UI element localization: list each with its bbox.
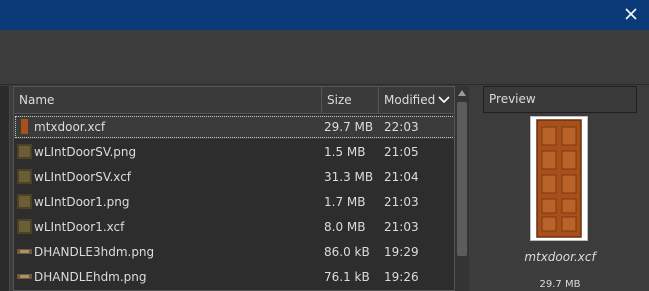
file-size: 86.0 kB — [324, 245, 370, 259]
file-row[interactable]: wLIntDoor1.xcf 8.0 MB 21:03 — [14, 215, 454, 239]
file-modified: 19:29 — [384, 245, 419, 259]
close-icon[interactable] — [623, 6, 639, 22]
file-row[interactable]: DHANDLE3hdm.png 86.0 kB 19:29 — [14, 240, 454, 264]
file-list[interactable]: Name Size Modified mtxdoor.xcf 29.7 MB 2… — [13, 86, 455, 291]
preview-thumbnail — [530, 116, 588, 241]
handle-thumbnail-icon — [17, 249, 32, 254]
file-size: 76.1 kB — [324, 270, 370, 284]
file-modified: 19:26 — [384, 270, 419, 284]
file-name: wLIntDoorSV.xcf — [34, 170, 132, 184]
scroll-up-arrow-icon[interactable] — [458, 90, 466, 96]
file-name: wLIntDoorSV.png — [34, 145, 137, 159]
file-name: DHANDLE3hdm.png — [34, 245, 155, 259]
file-size: 31.3 MB — [324, 170, 374, 184]
image-thumbnail-icon — [17, 169, 32, 184]
scrollbar-thumb[interactable] — [457, 102, 467, 256]
file-list-header: Name Size Modified — [14, 87, 454, 114]
file-list-scrollbar[interactable] — [455, 86, 469, 291]
file-modified: 21:04 — [384, 170, 419, 184]
file-row[interactable]: wLIntDoorSV.xcf 31.3 MB 21:04 — [14, 165, 454, 189]
file-size: 29.7 MB — [324, 120, 374, 134]
image-thumbnail-icon — [17, 219, 32, 234]
chevron-down-icon — [438, 96, 450, 104]
file-row[interactable]: wLIntDoorSV.png 1.5 MB 21:05 — [14, 140, 454, 164]
file-name: wLIntDoor1.png — [34, 195, 130, 209]
dialog-top-area — [0, 30, 649, 85]
column-header-name[interactable]: Name — [14, 87, 322, 114]
title-bar — [0, 0, 649, 30]
preview-filesize: 29.7 MB — [539, 279, 581, 290]
column-header-modified-label: Modified — [384, 93, 436, 107]
image-thumbnail-icon — [17, 194, 32, 209]
file-size: 1.5 MB — [324, 145, 366, 159]
door-preview-image — [536, 119, 582, 238]
preview-header[interactable]: Preview — [483, 86, 637, 113]
file-size: 1.7 MB — [324, 195, 366, 209]
preview-filename: mtxdoor.xcf — [524, 250, 596, 264]
file-name: mtxdoor.xcf — [34, 120, 106, 134]
file-name: wLIntDoor1.xcf — [34, 220, 125, 234]
file-modified: 21:05 — [384, 145, 419, 159]
file-row[interactable]: mtxdoor.xcf 29.7 MB 22:03 — [14, 115, 454, 139]
preview-panel: Preview mtxdoor.xcf 29.7 MB — [483, 86, 637, 291]
places-panel-edge — [0, 86, 10, 291]
image-thumbnail-icon — [17, 144, 32, 159]
column-header-modified[interactable]: Modified — [379, 87, 454, 114]
file-name: DHANDLEhdm.png — [34, 270, 147, 284]
file-row[interactable]: wLIntDoor1.png 1.7 MB 21:03 — [14, 190, 454, 214]
file-row[interactable]: DHANDLEhdm.png 76.1 kB 19:26 — [14, 265, 454, 289]
column-header-size[interactable]: Size — [322, 87, 379, 114]
file-modified: 21:03 — [384, 195, 419, 209]
file-size: 8.0 MB — [324, 220, 366, 234]
file-modified: 21:03 — [384, 220, 419, 234]
file-modified: 22:03 — [384, 120, 419, 134]
door-thumbnail-icon — [21, 119, 28, 134]
handle-thumbnail-icon — [17, 274, 32, 279]
